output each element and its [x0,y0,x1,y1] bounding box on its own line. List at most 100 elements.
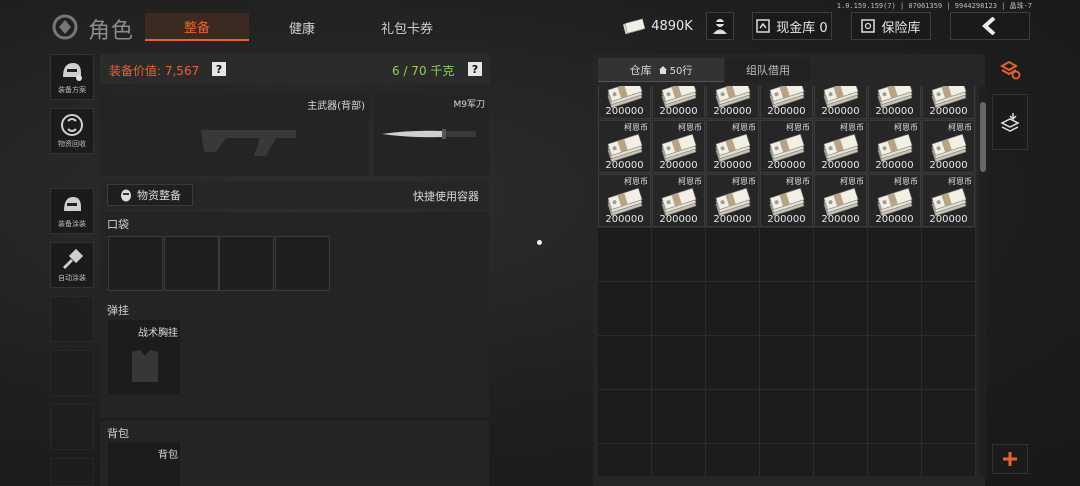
value-help-button[interactable]: ? [212,62,226,76]
grid-cell[interactable] [706,282,760,336]
deposit-button[interactable] [992,94,1028,150]
grid-cell[interactable] [652,282,706,336]
grid-cell[interactable] [922,228,976,282]
loadout-plan-button[interactable]: 装备方案 [50,54,94,100]
grid-cell[interactable] [868,228,922,282]
plus-icon [1003,452,1017,466]
inventory-item-money[interactable]: 柯恩币200000 [598,86,651,119]
grid-cell[interactable] [598,390,652,444]
inventory-item-money[interactable]: 柯恩币200000 [652,86,705,119]
inventory-item-money[interactable]: 柯恩币200000 [868,174,921,227]
grid-cell[interactable] [598,228,652,282]
warehouse-grid[interactable]: 柯恩币 200000 柯恩币 200000 柯恩币 200000 柯恩币 200000 柯恩币 2… [598,86,976,476]
loadout-value: 装备价值: 7,567 [109,64,200,78]
grid-cell[interactable] [706,228,760,282]
recycle-button[interactable]: 物资回收 [50,108,94,154]
grid-cell[interactable] [652,336,706,390]
inventory-item-money[interactable]: 柯恩币200000 [706,174,759,227]
weight-help-button[interactable]: ? [468,62,482,76]
inventory-item-money[interactable]: 柯恩币200000 [868,120,921,173]
grid-cell[interactable] [652,390,706,444]
auto-paint-button[interactable]: 自动涂装 [50,242,94,288]
item-count: 200000 [875,160,914,171]
grid-cell[interactable] [868,390,922,444]
add-button[interactable] [992,444,1028,474]
grid-cell[interactable] [760,282,814,336]
grid-cell[interactable] [652,444,706,476]
primary-weapon-slot[interactable]: 主武器(背部) [100,94,369,176]
inventory-item-money[interactable]: 柯恩币200000 [760,174,813,227]
deposit-icon [1000,113,1020,132]
pocket-slot[interactable] [108,236,163,291]
grid-cell[interactable] [814,228,868,282]
inventory-item-money[interactable]: 柯恩币200000 [868,86,921,119]
melee-slot[interactable]: M9军刀 [374,94,489,176]
page-title: 角色 [88,19,135,44]
safe-icon [861,19,876,33]
grid-cell[interactable] [598,282,652,336]
grid-cell[interactable] [598,444,652,476]
pocket-slot[interactable] [219,236,274,291]
grid-cell[interactable] [922,444,976,476]
grid-cell[interactable] [706,444,760,476]
grid-cell[interactable] [814,390,868,444]
avatar-button[interactable] [706,12,734,40]
grid-cell[interactable] [922,282,976,336]
back-button[interactable] [950,12,1030,40]
inventory-item-money[interactable]: 柯恩币200000 [922,174,975,227]
pocket-slot[interactable] [164,236,219,291]
tab-gift-cards[interactable]: 礼包卡券 [355,13,459,41]
sort-button[interactable] [992,54,1028,86]
inventory-item-money[interactable]: 柯恩币200000 [814,120,867,173]
grid-cell[interactable] [760,336,814,390]
grid-cell[interactable] [706,390,760,444]
paint-button[interactable]: 装备涂装 [50,188,94,234]
tab-health[interactable]: 健康 [250,13,354,41]
inventory-item-money[interactable]: 柯恩币200000 [814,86,867,119]
inventory-item-money[interactable]: 柯恩币200000 [760,120,813,173]
inventory-item-money[interactable]: 柯恩币200000 [922,120,975,173]
chest-rig-slot[interactable]: 战术胸挂 [108,320,180,394]
scrollbar-thumb[interactable] [980,102,986,172]
empty-rail-slot [50,350,94,396]
inventory-item-money[interactable]: 柯恩币200000 [706,120,759,173]
grid-cell[interactable] [760,444,814,476]
grid-cell[interactable] [598,336,652,390]
inventory-item-money[interactable]: 柯恩币200000 [814,174,867,227]
item-count: 200000 [713,160,752,171]
supply-button[interactable]: 物资整备 [107,184,193,206]
item-name: 柯恩币 [786,123,810,132]
grid-cell[interactable] [706,336,760,390]
tab-warehouse[interactable]: 仓库 50行 [598,58,724,82]
grid-cell[interactable] [814,444,868,476]
inventory-item-money[interactable]: 柯恩币200000 [598,174,651,227]
inventory-item-money[interactable]: 柯恩币200000 [706,86,759,119]
backpack-slot-label: 背包 [158,450,178,461]
inventory-item-money[interactable]: 柯恩币200000 [652,174,705,227]
grid-cell[interactable] [868,336,922,390]
inventory-item-money[interactable]: 柯恩币200000 [922,86,975,119]
item-count: 200000 [605,160,644,171]
inventory-item-money[interactable]: 柯恩币200000 [760,86,813,119]
grid-cell[interactable] [814,282,868,336]
quick-container-link[interactable]: 快捷使用容器 [413,188,479,204]
grid-cell[interactable] [652,228,706,282]
grid-cell[interactable] [760,390,814,444]
cash-vault-button[interactable]: 现金库 0 [752,12,832,40]
grid-cell[interactable] [760,228,814,282]
grid-cell[interactable] [868,444,922,476]
item-name: 柯恩币 [732,177,756,186]
tab-loadout[interactable]: 整备 [145,13,249,41]
inventory-item-money[interactable]: 柯恩币200000 [652,120,705,173]
tab-label: 健康 [288,21,315,37]
safe-box-button[interactable]: 保险库 [851,12,931,40]
grid-cell[interactable] [922,390,976,444]
inventory-item-money[interactable]: 柯恩币200000 [598,120,651,173]
grid-cell[interactable] [922,336,976,390]
grid-cell[interactable] [814,336,868,390]
tab-team-borrow[interactable]: 组队借用 [726,58,810,82]
backpack-slot[interactable]: 背包 [108,442,180,486]
pocket-slot[interactable] [275,236,330,291]
grid-cell[interactable] [868,282,922,336]
warehouse-scrollbar[interactable] [979,86,987,476]
